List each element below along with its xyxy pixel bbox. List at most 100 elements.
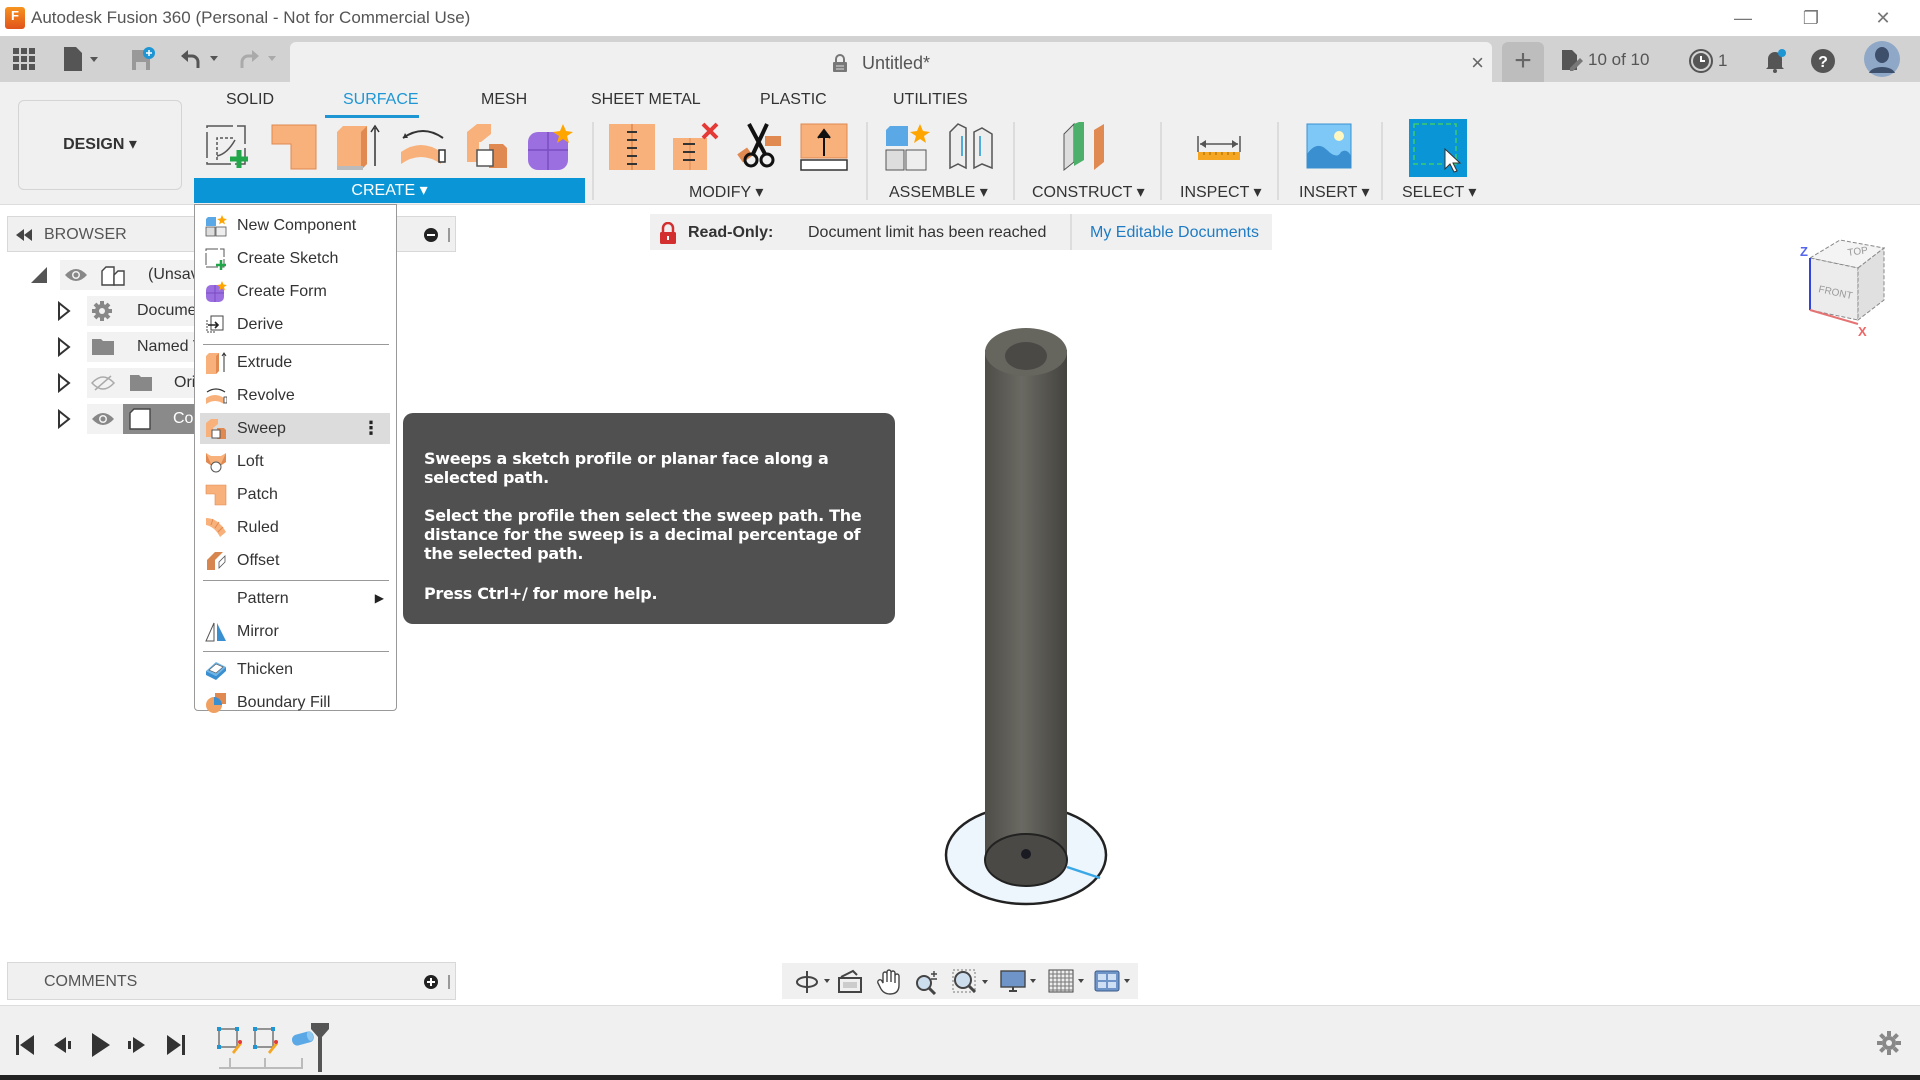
delete-face-icon[interactable] <box>671 122 721 172</box>
browser-item-origin[interactable]: Ori <box>87 368 195 398</box>
save-button[interactable] <box>130 44 156 74</box>
menu-item-ruled[interactable]: Ruled <box>200 512 390 543</box>
go-to-end-icon[interactable] <box>165 1034 187 1056</box>
menu-item-new-component[interactable]: New Component <box>200 210 390 241</box>
timeline-sketch-feature-icon[interactable] <box>216 1026 244 1054</box>
extend-icon[interactable] <box>799 122 849 172</box>
new-tab-button[interactable]: + <box>1502 42 1544 82</box>
data-panel-button[interactable] <box>12 44 36 74</box>
expand-triangle-icon[interactable] <box>57 301 71 321</box>
expand-triangle-icon[interactable] <box>57 337 71 357</box>
comments-panel[interactable]: COMMENTS <box>7 962 456 1000</box>
modify-group-button[interactable]: MODIFY ▾ <box>689 182 763 202</box>
look-at-icon[interactable] <box>836 969 864 995</box>
tab-plastic[interactable]: PLASTIC <box>760 91 827 109</box>
go-to-start-icon[interactable] <box>14 1034 36 1056</box>
insert-group-button[interactable]: INSERT ▾ <box>1299 182 1370 202</box>
browser-item-root[interactable]: (Unsav <box>60 260 199 290</box>
tab-utilities[interactable]: UTILITIES <box>893 91 968 109</box>
minimize-button[interactable]: — <box>1720 4 1766 32</box>
minus-circle-icon[interactable] <box>424 228 438 242</box>
collapse-panel-icon[interactable] <box>16 229 32 241</box>
tab-surface[interactable]: SURFACE <box>343 91 419 109</box>
panel-resize-handle[interactable] <box>448 975 450 989</box>
create-form-icon[interactable] <box>525 122 575 172</box>
document-tab[interactable]: Untitled* × <box>290 42 1492 82</box>
new-component-icon[interactable] <box>882 122 932 172</box>
user-avatar[interactable] <box>1864 41 1900 77</box>
eye-hidden-icon[interactable] <box>91 374 115 392</box>
my-editable-documents-link[interactable]: My Editable Documents <box>1090 224 1259 242</box>
menu-item-thicken[interactable]: Thicken <box>200 654 390 685</box>
model-tube-body[interactable] <box>930 320 1130 920</box>
sweep-icon[interactable] <box>461 122 511 172</box>
menu-item-boundary-fill[interactable]: Boundary Fill <box>200 687 390 718</box>
extrude-icon[interactable] <box>333 122 383 172</box>
notifications-button[interactable] <box>1762 48 1788 74</box>
document-limit-indicator[interactable]: 10 of 10 <box>1560 48 1649 72</box>
step-back-icon[interactable] <box>52 1034 74 1056</box>
browser-item-component[interactable]: Co <box>87 404 194 434</box>
menu-item-sweep[interactable]: Sweep ⋮ <box>200 413 390 444</box>
tab-solid[interactable]: SOLID <box>226 91 274 109</box>
browser-item-document-settings[interactable]: Docume <box>87 296 197 326</box>
more-options-icon[interactable]: ⋮ <box>362 418 380 439</box>
zoom-window-icon[interactable] <box>952 969 992 995</box>
tab-sheet-metal[interactable]: SHEET METAL <box>591 91 701 109</box>
undo-button[interactable] <box>178 44 222 74</box>
display-settings-icon[interactable] <box>1000 969 1040 995</box>
trim-icon[interactable] <box>735 122 785 172</box>
tab-mesh[interactable]: MESH <box>481 91 527 109</box>
menu-item-derive[interactable]: Derive <box>200 309 390 340</box>
timeline-marker-handle[interactable] <box>310 1022 330 1072</box>
patch-icon[interactable] <box>269 122 319 172</box>
workspace-switcher[interactable]: DESIGN ▾ <box>18 100 182 190</box>
step-forward-icon[interactable] <box>126 1034 148 1056</box>
inspect-group-button[interactable]: INSPECT ▾ <box>1180 182 1262 202</box>
timeline-sketch-feature-icon[interactable] <box>252 1026 280 1054</box>
menu-item-loft[interactable]: Loft <box>200 446 390 477</box>
expand-triangle-icon[interactable] <box>57 409 71 429</box>
revolve-icon[interactable] <box>397 122 447 172</box>
create-sketch-icon[interactable] <box>203 122 253 172</box>
zoom-icon[interactable] <box>914 969 942 995</box>
menu-item-pattern[interactable]: Pattern ▶ <box>200 583 390 614</box>
insert-image-icon[interactable] <box>1305 122 1355 172</box>
measure-icon[interactable] <box>1194 122 1244 172</box>
eye-icon[interactable] <box>64 266 88 284</box>
help-button[interactable]: ? <box>1810 48 1836 74</box>
collapse-triangle-icon[interactable] <box>30 266 48 284</box>
pan-hand-icon[interactable] <box>876 969 904 995</box>
menu-item-offset[interactable]: Offset <box>200 545 390 576</box>
orbit-icon[interactable] <box>794 969 832 995</box>
press-pull-icon[interactable] <box>607 122 657 172</box>
select-group-button[interactable]: SELECT ▾ <box>1402 182 1476 202</box>
offset-plane-icon[interactable] <box>1060 122 1110 172</box>
close-window-button[interactable]: ✕ <box>1860 4 1906 32</box>
panel-resize-handle[interactable] <box>448 228 450 242</box>
play-icon[interactable] <box>90 1032 112 1058</box>
viewcube[interactable]: TOP FRONT Z X <box>1796 236 1896 340</box>
menu-item-create-sketch[interactable]: Create Sketch <box>200 243 390 274</box>
create-group-button[interactable]: CREATE ▾ <box>194 178 585 203</box>
redo-button[interactable] <box>236 44 280 74</box>
viewports-icon[interactable] <box>1094 969 1134 995</box>
browser-item-named-views[interactable]: Named V <box>87 332 204 362</box>
menu-item-extrude[interactable]: Extrude <box>200 347 390 378</box>
file-menu-button[interactable] <box>62 44 102 74</box>
menu-item-create-form[interactable]: Create Form <box>200 276 390 307</box>
expand-triangle-icon[interactable] <box>57 373 71 393</box>
close-tab-button[interactable]: × <box>1471 50 1484 76</box>
timeline-settings-gear-icon[interactable] <box>1876 1030 1902 1056</box>
grid-settings-icon[interactable] <box>1048 969 1088 995</box>
add-comment-icon[interactable] <box>424 975 438 989</box>
menu-item-mirror[interactable]: Mirror <box>200 616 390 647</box>
restore-button[interactable]: ❐ <box>1788 4 1834 32</box>
joint-icon[interactable] <box>946 122 996 172</box>
menu-item-patch[interactable]: Patch <box>200 479 390 510</box>
select-icon[interactable] <box>1409 119 1467 177</box>
job-status-button[interactable]: 1 <box>1688 48 1727 74</box>
construct-group-button[interactable]: CONSTRUCT ▾ <box>1032 182 1145 202</box>
eye-icon[interactable] <box>91 410 115 428</box>
menu-item-revolve[interactable]: Revolve <box>200 380 390 411</box>
